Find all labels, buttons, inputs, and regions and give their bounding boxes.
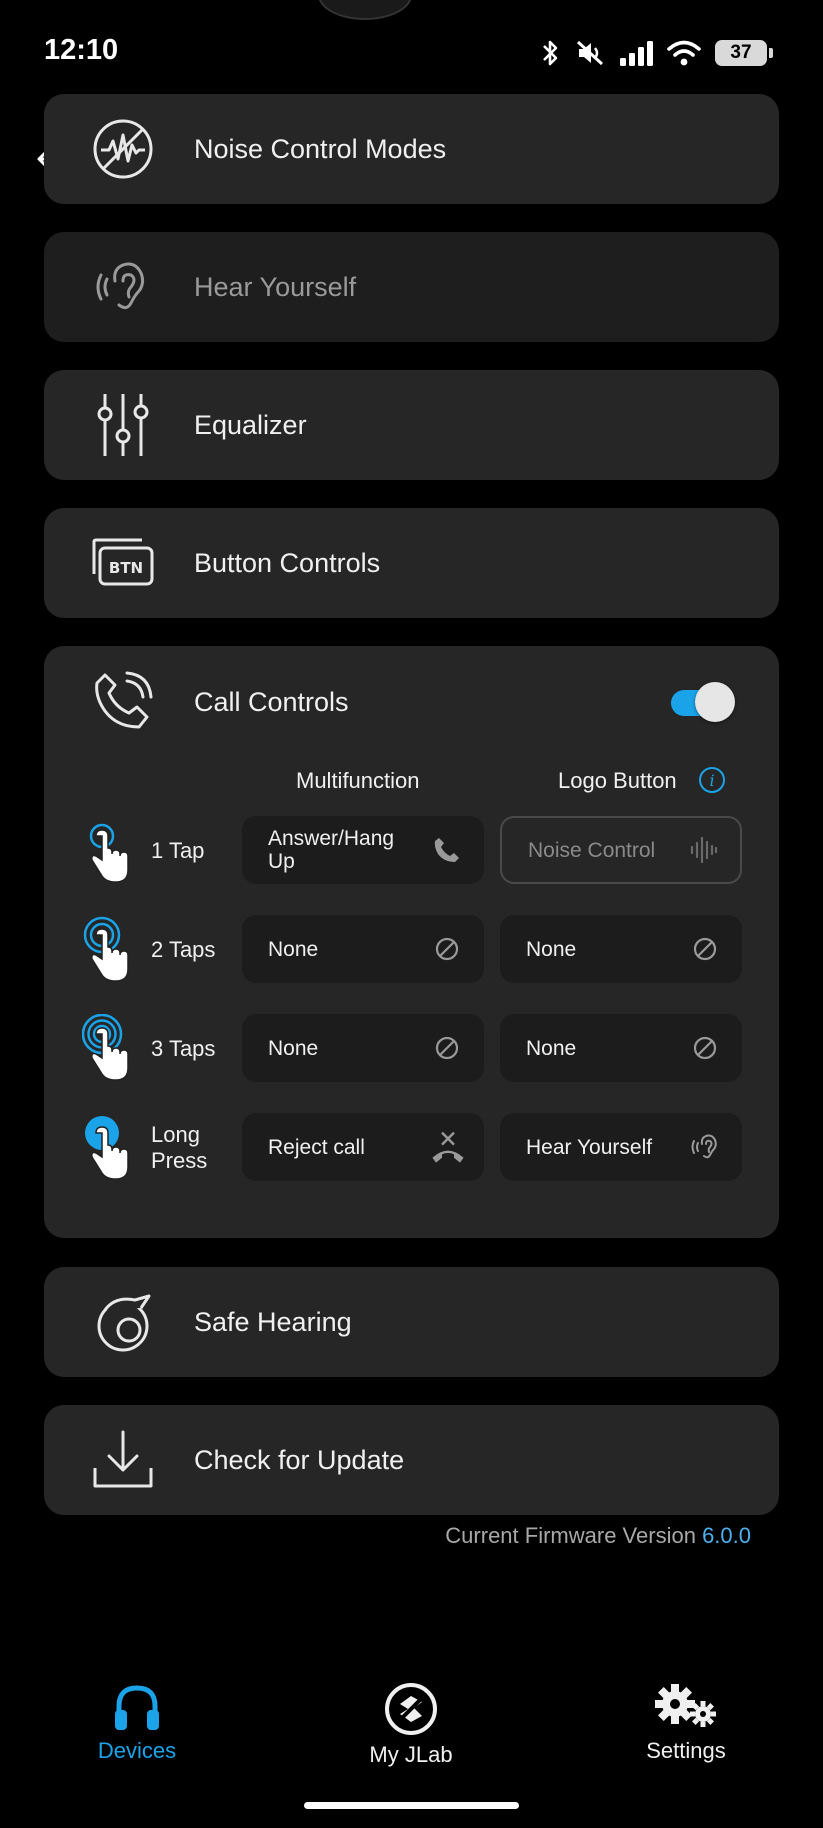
wifi-icon: [667, 40, 701, 66]
tap-label: Long Press: [151, 1122, 208, 1173]
button-controls-title: Button Controls: [194, 547, 381, 578]
noise-waveform-icon: [88, 114, 158, 184]
tap-row-3: 3 Taps None None: [44, 1014, 779, 1084]
check-update-card[interactable]: Check for Update: [44, 1405, 779, 1515]
noise-control-modes-card[interactable]: Noise Control Modes: [44, 94, 779, 204]
signal-icon: [620, 41, 653, 66]
tap-label: 2 Taps: [151, 937, 216, 962]
none-icon: [693, 1036, 717, 1060]
hear-yourself-card[interactable]: Hear Yourself: [44, 232, 779, 342]
tab-label: My JLab: [369, 1742, 453, 1767]
option-value: None: [268, 937, 319, 961]
tab-my-jlab[interactable]: My JLab: [321, 1682, 501, 1768]
earbud-image: [318, 0, 412, 20]
phone-call-icon: [88, 666, 158, 736]
tap-row-1: 1 Tap Answer/Hang Up Noise Control: [44, 816, 779, 886]
tap-row-2: 2 Taps None None: [44, 915, 779, 985]
triple-tap-icon: [82, 1014, 129, 1081]
logo-longpress-option[interactable]: Hear Yourself: [500, 1113, 742, 1181]
tab-label: Settings: [646, 1738, 726, 1763]
long-press-icon: [85, 1116, 129, 1180]
gears-icon: [655, 1684, 716, 1727]
btn-icon: BTN: [88, 528, 158, 598]
safe-hearing-card[interactable]: Safe Hearing: [44, 1267, 779, 1377]
single-tap-icon: [89, 823, 129, 883]
ear-icon: [88, 252, 158, 322]
headphones-icon: [115, 1685, 159, 1730]
firmware-version: Current Firmware Version 6.0.0: [445, 1523, 751, 1549]
reject-call-icon: [432, 1131, 464, 1163]
bluetooth-icon: [543, 40, 558, 66]
tab-label: Devices: [97, 1738, 177, 1763]
status-icons: 37: [539, 36, 773, 70]
tap-label: 3 Taps: [151, 1036, 216, 1061]
safe-hearing-title: Safe Hearing: [194, 1306, 352, 1337]
ear-icon: [691, 1134, 717, 1159]
multifunction-1tap-option[interactable]: Answer/Hang Up: [242, 816, 484, 884]
call-controls-title: Call Controls: [194, 687, 349, 717]
multifunction-column-header: Multifunction: [296, 768, 420, 793]
option-value: Reject call: [268, 1135, 365, 1159]
battery-indicator: 37: [715, 40, 773, 66]
option-value: Hear Yourself: [526, 1135, 653, 1159]
hear-yourself-title: Hear Yourself: [194, 271, 357, 302]
option-value: Noise Control: [528, 838, 656, 862]
tap-row-long-press: Long Press Reject call Hear Yourself: [44, 1113, 779, 1183]
logo-1tap-option[interactable]: Noise Control: [500, 816, 742, 884]
button-controls-card[interactable]: BTN Button Controls: [44, 508, 779, 618]
option-value: Answer/Hang Up: [268, 827, 395, 873]
phone-icon: [434, 838, 459, 862]
tab-devices[interactable]: Devices: [47, 1682, 227, 1764]
multifunction-3taps-option[interactable]: None: [242, 1014, 484, 1082]
firmware-label: Current Firmware Version: [445, 1523, 696, 1548]
none-icon: [693, 937, 717, 961]
soundwave-icon: [690, 836, 718, 864]
svg-text:BTN: BTN: [109, 559, 143, 577]
multifunction-2taps-option[interactable]: None: [242, 915, 484, 983]
svg-text:i: i: [709, 771, 714, 790]
status-bar: 12:10 37: [0, 0, 823, 90]
noise-control-modes-title: Noise Control Modes: [194, 133, 447, 164]
logo-button-column-header: Logo Button: [558, 768, 677, 793]
logo-2taps-option[interactable]: None: [500, 915, 742, 983]
none-icon: [435, 1036, 459, 1060]
tab-settings[interactable]: Settings: [596, 1682, 776, 1764]
equalizer-sliders-icon: [88, 390, 158, 460]
mute-icon: [576, 40, 604, 66]
status-time: 12:10: [44, 34, 119, 66]
logo-3taps-option[interactable]: None: [500, 1014, 742, 1082]
call-controls-card: Call Controls Multifunction Logo Button …: [44, 646, 779, 1238]
safe-hearing-icon: [88, 1287, 158, 1357]
firmware-number: 6.0.0: [702, 1523, 751, 1548]
download-icon: [88, 1425, 158, 1495]
tap-label: 1 Tap: [151, 838, 205, 863]
double-tap-icon: [83, 916, 129, 982]
equalizer-title: Equalizer: [194, 409, 307, 440]
option-value: None: [526, 1036, 577, 1060]
home-indicator[interactable]: [304, 1802, 519, 1809]
option-value: None: [526, 937, 577, 961]
option-value: None: [268, 1036, 319, 1060]
call-controls-toggle[interactable]: [669, 682, 735, 722]
check-update-title: Check for Update: [194, 1444, 405, 1475]
equalizer-card[interactable]: Equalizer: [44, 370, 779, 480]
none-icon: [435, 937, 459, 961]
info-icon[interactable]: i: [698, 766, 726, 794]
toggle-knob: [695, 682, 735, 722]
multifunction-longpress-option[interactable]: Reject call: [242, 1113, 484, 1181]
jlab-logo-icon: [385, 1683, 437, 1735]
